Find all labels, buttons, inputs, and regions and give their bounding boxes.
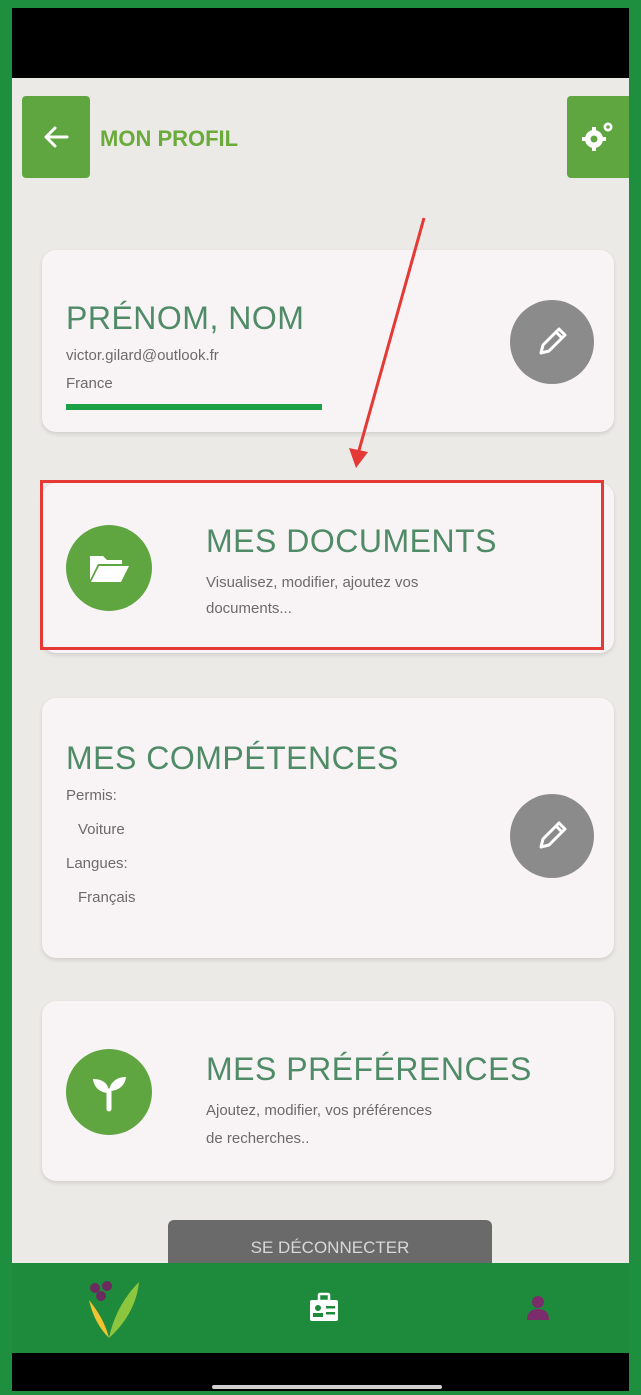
permits-value: Voiture: [78, 821, 125, 838]
permits-label: Permis:: [66, 787, 117, 804]
home-indicator: [212, 1385, 442, 1389]
nav-home[interactable]: [74, 1277, 154, 1339]
nav-card[interactable]: [294, 1277, 354, 1339]
preferences-description-line1: Ajoutez, modifier, vos préférences: [206, 1102, 432, 1119]
bottom-navigation: [12, 1263, 629, 1353]
pencil-icon: [539, 327, 567, 355]
user-email: victor.gilard@outlook.fr: [66, 347, 219, 364]
back-button[interactable]: [22, 96, 90, 178]
skills-card: MES COMPÉTENCES Permis: Voiture Langues:…: [42, 698, 614, 958]
system-navigation-bar: [12, 1353, 629, 1391]
id-badge-icon: [310, 1292, 338, 1321]
page-title: MON PROFIL: [100, 126, 239, 151]
identity-card: PRÉNOM, NOM victor.gilard@outlook.fr Fra…: [42, 250, 614, 432]
languages-label: Langues:: [66, 855, 128, 872]
languages-value: Français: [78, 889, 136, 906]
gears-icon: [582, 122, 613, 151]
user-icon: [527, 1296, 549, 1320]
documents-card[interactable]: MES DOCUMENTS Visualisez, modifier, ajou…: [42, 483, 614, 653]
documents-description-line1: Visualisez, modifier, ajoutez vos: [206, 574, 419, 591]
app-logo-icon: [89, 1281, 139, 1338]
skills-title: MES COMPÉTENCES: [66, 740, 399, 776]
user-name: PRÉNOM, NOM: [66, 300, 305, 336]
edit-identity-button[interactable]: [510, 300, 594, 384]
edit-skills-button[interactable]: [510, 794, 594, 878]
documents-icon-badge: [66, 525, 152, 611]
annotation-underline: [66, 404, 322, 410]
arrow-left-icon: [44, 126, 69, 148]
preferences-description-line2: de recherches..: [206, 1130, 310, 1147]
documents-description-line2: documents...: [206, 600, 292, 617]
preferences-card[interactable]: MES PRÉFÉRENCES Ajoutez, modifier, vos p…: [42, 1001, 614, 1181]
settings-button[interactable]: [567, 96, 629, 178]
folder-open-icon: [90, 556, 129, 582]
documents-title: MES DOCUMENTS: [206, 523, 497, 559]
pencil-icon: [539, 821, 567, 849]
user-country: France: [66, 375, 113, 392]
app-header: MON PROFIL: [12, 78, 629, 188]
phone-screen: MON PROFIL PRÉNOM, NOM victor.gilard@out…: [12, 8, 629, 1391]
sprout-icon: [93, 1077, 126, 1112]
nav-profile[interactable]: [508, 1277, 568, 1339]
preferences-icon-badge: [66, 1049, 152, 1135]
status-bar: [12, 8, 629, 78]
preferences-title: MES PRÉFÉRENCES: [206, 1051, 532, 1087]
